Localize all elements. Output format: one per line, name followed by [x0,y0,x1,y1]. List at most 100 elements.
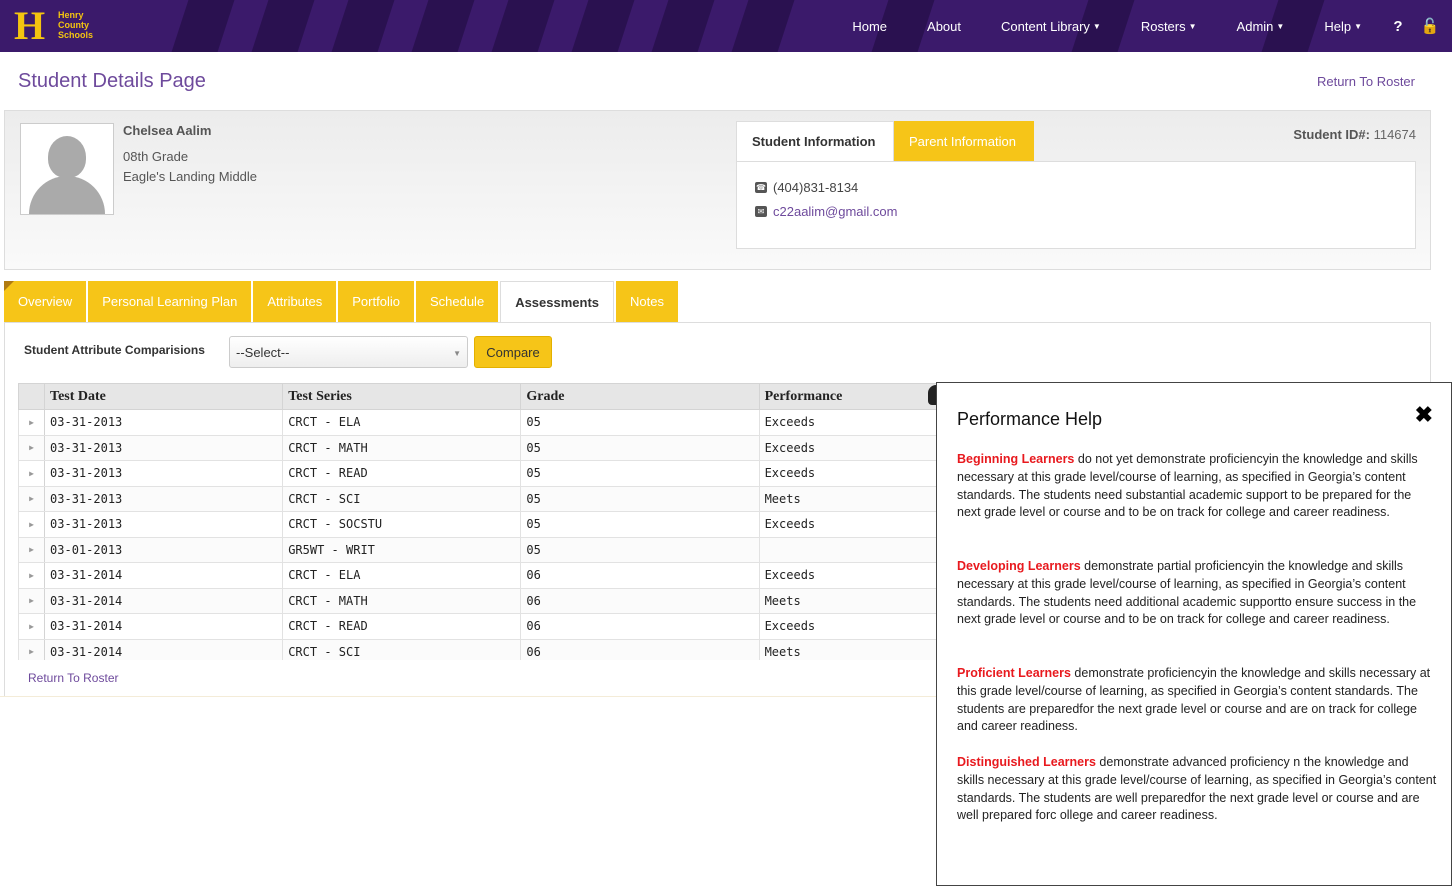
expand-row-icon[interactable]: ▶ [18,460,46,487]
cell-performance: Exceeds [758,409,936,436]
main-tabs: Overview Personal Learning Plan Attribut… [4,281,680,323]
navbar-stripe [571,0,635,52]
caret-down-icon: ▼ [1354,21,1362,31]
cell-performance: Meets [758,485,936,512]
cell-test-date: 03-31-2013 [44,409,284,436]
table-row[interactable]: ▶ 03-31-2014 CRCT - MATH 06 Meets [18,587,936,614]
cell-test-series: CRCT - SCI [282,485,522,512]
navbar-stripe [491,0,555,52]
email-link[interactable]: c22aalim@gmail.com [773,204,897,219]
unlock-icon[interactable]: 🔓 [1414,17,1446,35]
help-beginning: Beginning Learners do not yet demonstrat… [957,451,1437,522]
table-row[interactable]: ▶ 03-31-2014 CRCT - ELA 06 Exceeds [18,562,936,589]
compare-button[interactable]: Compare [474,336,552,368]
logo-line: Henry [58,10,84,20]
phone-row: ☎ (404)831-8134 [755,180,858,195]
assessments-grid: Test Date Test Series Grade Performance … [18,383,936,660]
nav-help[interactable]: Help ▼ [1304,19,1382,34]
cell-grade: 06 [520,638,760,660]
cell-grade: 05 [520,434,760,461]
phone-number: (404)831-8134 [773,180,859,195]
cell-test-date: 03-31-2014 [44,638,284,660]
cell-grade: 05 [520,536,760,563]
logo-text: Henry County Schools [58,10,93,40]
comparison-select[interactable]: --Select-- ▼ [229,336,468,368]
expand-row-icon[interactable]: ▶ [18,613,46,640]
email-row[interactable]: ✉ c22aalim@gmail.com [755,204,897,219]
corner-decoration [4,281,14,291]
student-name: Chelsea Aalim [123,123,212,138]
nav-rosters[interactable]: Rosters ▼ [1121,19,1217,34]
cell-test-series: CRCT - ELA [282,409,522,436]
tab-schedule[interactable]: Schedule [415,281,499,322]
cell-test-date: 03-31-2013 [44,511,284,538]
table-row[interactable]: ▶ 03-01-2013 GR5WT - WRIT 05 [18,536,936,563]
cell-grade: 05 [520,409,760,436]
table-row[interactable]: ▶ 03-31-2014 CRCT - READ 06 Exceeds [18,613,936,640]
select-value: --Select-- [236,345,290,360]
expand-row-icon[interactable]: ▶ [18,434,46,461]
expand-row-icon[interactable]: ▶ [18,587,46,614]
cell-grade: 05 [520,485,760,512]
nav-home[interactable]: Home [832,19,907,34]
nav-about[interactable]: About [907,19,981,34]
table-row[interactable]: ▶ 03-31-2013 CRCT - READ 05 Exceeds [18,460,936,487]
nav-admin[interactable]: Admin ▼ [1217,19,1305,34]
expand-row-icon[interactable]: ▶ [18,409,46,436]
student-information-panel: ☎ (404)831-8134 ✉ c22aalim@gmail.com [736,161,1416,249]
tab-student-information[interactable]: Student Information [736,121,894,161]
cell-test-date: 03-31-2014 [44,587,284,614]
table-row[interactable]: ▶ 03-31-2014 CRCT - SCI 06 Meets [18,638,936,660]
table-row[interactable]: ▶ 03-31-2013 CRCT - ELA 05 Exceeds [18,409,936,436]
caret-down-icon: ▼ [1188,21,1197,31]
expand-row-icon[interactable]: ▶ [18,485,46,512]
cell-test-series: CRCT - READ [282,460,522,487]
tab-notes[interactable]: Notes [616,281,678,322]
return-to-roster-link-bottom[interactable]: Return To Roster [28,671,119,685]
cell-test-date: 03-31-2013 [44,460,284,487]
close-icon[interactable]: ✖ [1415,402,1433,428]
tab-overview[interactable]: Overview [4,281,87,322]
expand-row-icon[interactable]: ▶ [18,638,46,660]
tab-portfolio[interactable]: Portfolio [338,281,414,322]
column-header-test-series[interactable]: Test Series [282,383,522,410]
navbar-stripe [731,0,795,52]
table-header-row: Test Date Test Series Grade Performance [18,383,936,410]
cell-test-series: CRCT - MATH [282,587,522,614]
table-body: ▶ 03-31-2013 CRCT - ELA 05 Exceeds ▶ 03-31-201… [18,409,936,660]
cell-test-series: CRCT - ELA [282,562,522,589]
return-to-roster-link[interactable]: Return To Roster [1317,74,1415,89]
tab-attributes[interactable]: Attributes [253,281,337,322]
tab-personal-learning-plan[interactable]: Personal Learning Plan [88,281,252,322]
tab-assessments[interactable]: Assessments [500,281,615,323]
expand-row-icon[interactable]: ▶ [18,562,46,589]
cell-grade: 05 [520,460,760,487]
top-navbar: H Henry County Schools Home About Conten… [0,0,1452,52]
cell-test-date: 03-31-2013 [44,434,284,461]
column-header-grade[interactable]: Grade [520,383,760,410]
performance-help-popup: Performance Help ✖ Beginning Learners do… [936,382,1452,886]
navbar-stripe [331,0,395,52]
cell-grade: 06 [520,587,760,614]
cell-performance: Exceeds [758,434,936,461]
column-header-test-date[interactable]: Test Date [44,383,284,410]
page-title: Student Details Page [18,70,206,92]
expand-row-icon[interactable]: ▶ [18,511,46,538]
nav-content-library[interactable]: Content Library ▼ [981,19,1121,34]
table-row[interactable]: ▶ 03-31-2013 CRCT - MATH 05 Exceeds [18,434,936,461]
student-id: Student ID#: 114674 [1293,127,1416,142]
brand-logo[interactable]: H Henry County Schools [14,6,124,47]
expand-row-icon[interactable]: ▶ [18,536,46,563]
nav-label: Home [852,18,888,34]
tab-parent-information[interactable]: Parent Information [894,121,1034,161]
table-row[interactable]: ▶ 03-31-2013 CRCT - SOCSTU 05 Exceeds [18,511,936,538]
phone-icon: ☎ [755,182,767,193]
student-id-value: 114674 [1373,127,1416,142]
help-term: Proficient Learners [957,666,1071,680]
cell-grade: 06 [520,562,760,589]
table-row[interactable]: ▶ 03-31-2013 CRCT - SCI 05 Meets [18,485,936,512]
chevron-down-icon: ▼ [453,349,461,358]
column-header-performance[interactable]: Performance [758,383,936,410]
question-circle-icon[interactable]: ? [1382,18,1414,35]
student-school: Eagle's Landing Middle [123,169,258,184]
